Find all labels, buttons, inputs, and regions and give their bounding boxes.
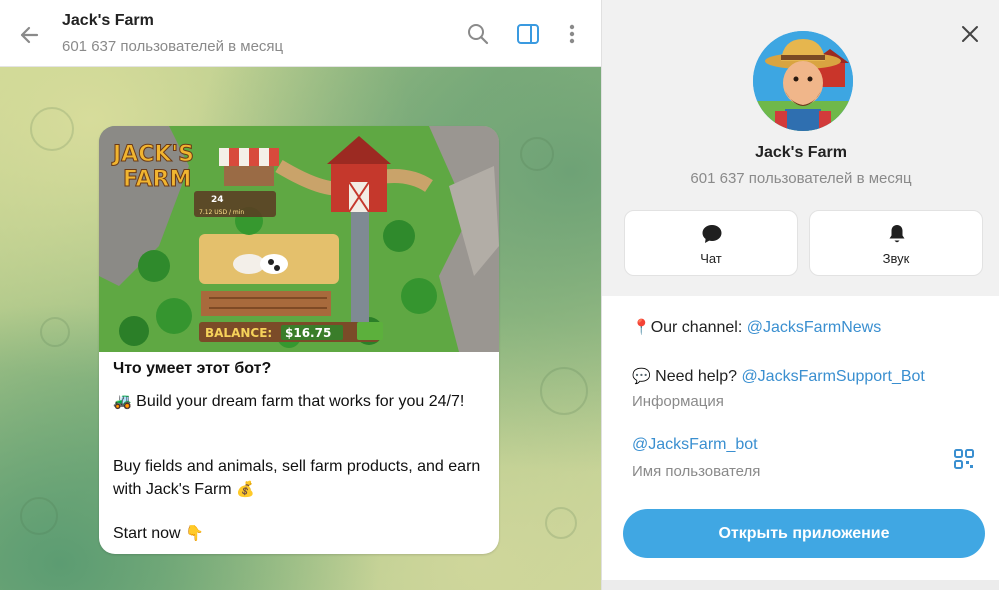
support-bot-link[interactable]: @JacksFarmSupport_Bot <box>741 368 924 385</box>
speech-bubble-emoji: 💬 <box>632 367 651 385</box>
open-app-button[interactable]: Открыть приложение <box>623 509 985 558</box>
pin-emoji: 📍 <box>632 318 651 336</box>
sidebar-toggle-icon[interactable] <box>515 21 541 47</box>
channel-link[interactable]: @JacksFarmNews <box>747 319 881 336</box>
chat-title[interactable]: Jack's Farm <box>62 12 154 30</box>
message-line2-text: Buy fields and animals, sell farm produc… <box>113 458 481 498</box>
money-bag-emoji: 💰 <box>236 480 255 498</box>
channel-label: Our channel: <box>650 319 747 336</box>
message-line1-text: Build your dream farm that works for you… <box>136 393 465 410</box>
rate-text: 7.12 USD / min <box>199 209 244 216</box>
avatar <box>753 31 853 131</box>
qr-code-icon[interactable] <box>953 448 975 470</box>
bot-info-panel: Jack's Farm 601 637 пользователей в меся… <box>601 0 999 590</box>
chat-button[interactable]: Чат <box>624 210 798 276</box>
info-caption: Информация <box>632 393 724 410</box>
info-header: Jack's Farm 601 637 пользователей в меся… <box>602 0 999 296</box>
logo-text-line2: FARM <box>123 167 191 192</box>
message-title: Что умеет этот бот? <box>113 360 272 377</box>
message-line2: Buy fields and animals, sell farm produc… <box>113 456 489 501</box>
sound-button[interactable]: Звук <box>809 210 983 276</box>
bot-name: Jack's Farm <box>755 144 847 161</box>
arrow-left-icon[interactable] <box>17 22 43 48</box>
bot-description-message: JACK'S FARM 24 7.12 USD / min BALANCE: $… <box>99 126 499 554</box>
message-line1: 🚜 Build your dream farm that works for y… <box>113 390 489 413</box>
balance-label: BALANCE: <box>205 326 272 340</box>
chat-button-label: Чат <box>700 251 722 266</box>
sound-button-label: Звук <box>882 251 910 266</box>
message-line3-text: Start now <box>113 525 181 542</box>
info-details: 📍Our channel: @JacksFarmNews 💬 Need help… <box>602 296 999 580</box>
bell-icon <box>889 225 905 243</box>
help-label: Need help? <box>655 368 742 385</box>
close-icon[interactable] <box>958 22 982 46</box>
bot-username[interactable]: @JacksFarm_bot <box>632 436 758 454</box>
more-vertical-icon[interactable] <box>559 21 585 47</box>
counter-text: 24 <box>211 195 224 205</box>
chat-subtitle: 601 637 пользователей в месяц <box>62 38 284 55</box>
panel-bottom-strip <box>602 580 999 590</box>
bot-monthly-users: 601 637 пользователей в месяц <box>690 170 912 187</box>
search-icon[interactable] <box>465 21 491 47</box>
chat-bubble-icon <box>702 225 722 243</box>
message-line3: Start now 👇 <box>113 522 489 545</box>
logo-text-line1: JACK'S <box>111 142 194 167</box>
chat-header: Jack's Farm 601 637 пользователей в меся… <box>0 0 601 67</box>
game-preview-image[interactable]: JACK'S FARM 24 7.12 USD / min BALANCE: $… <box>99 126 499 352</box>
tractor-emoji: 🚜 <box>113 392 132 410</box>
balance-value: $16.75 <box>285 326 331 340</box>
chat-panel: Jack's Farm 601 637 пользователей в меся… <box>0 0 601 590</box>
channel-line: 📍Our channel: @JacksFarmNews <box>632 318 881 337</box>
pointing-down-emoji: 👇 <box>185 524 204 542</box>
help-line: 💬 Need help? @JacksFarmSupport_Bot <box>632 367 925 386</box>
username-caption: Имя пользователя <box>632 463 761 480</box>
